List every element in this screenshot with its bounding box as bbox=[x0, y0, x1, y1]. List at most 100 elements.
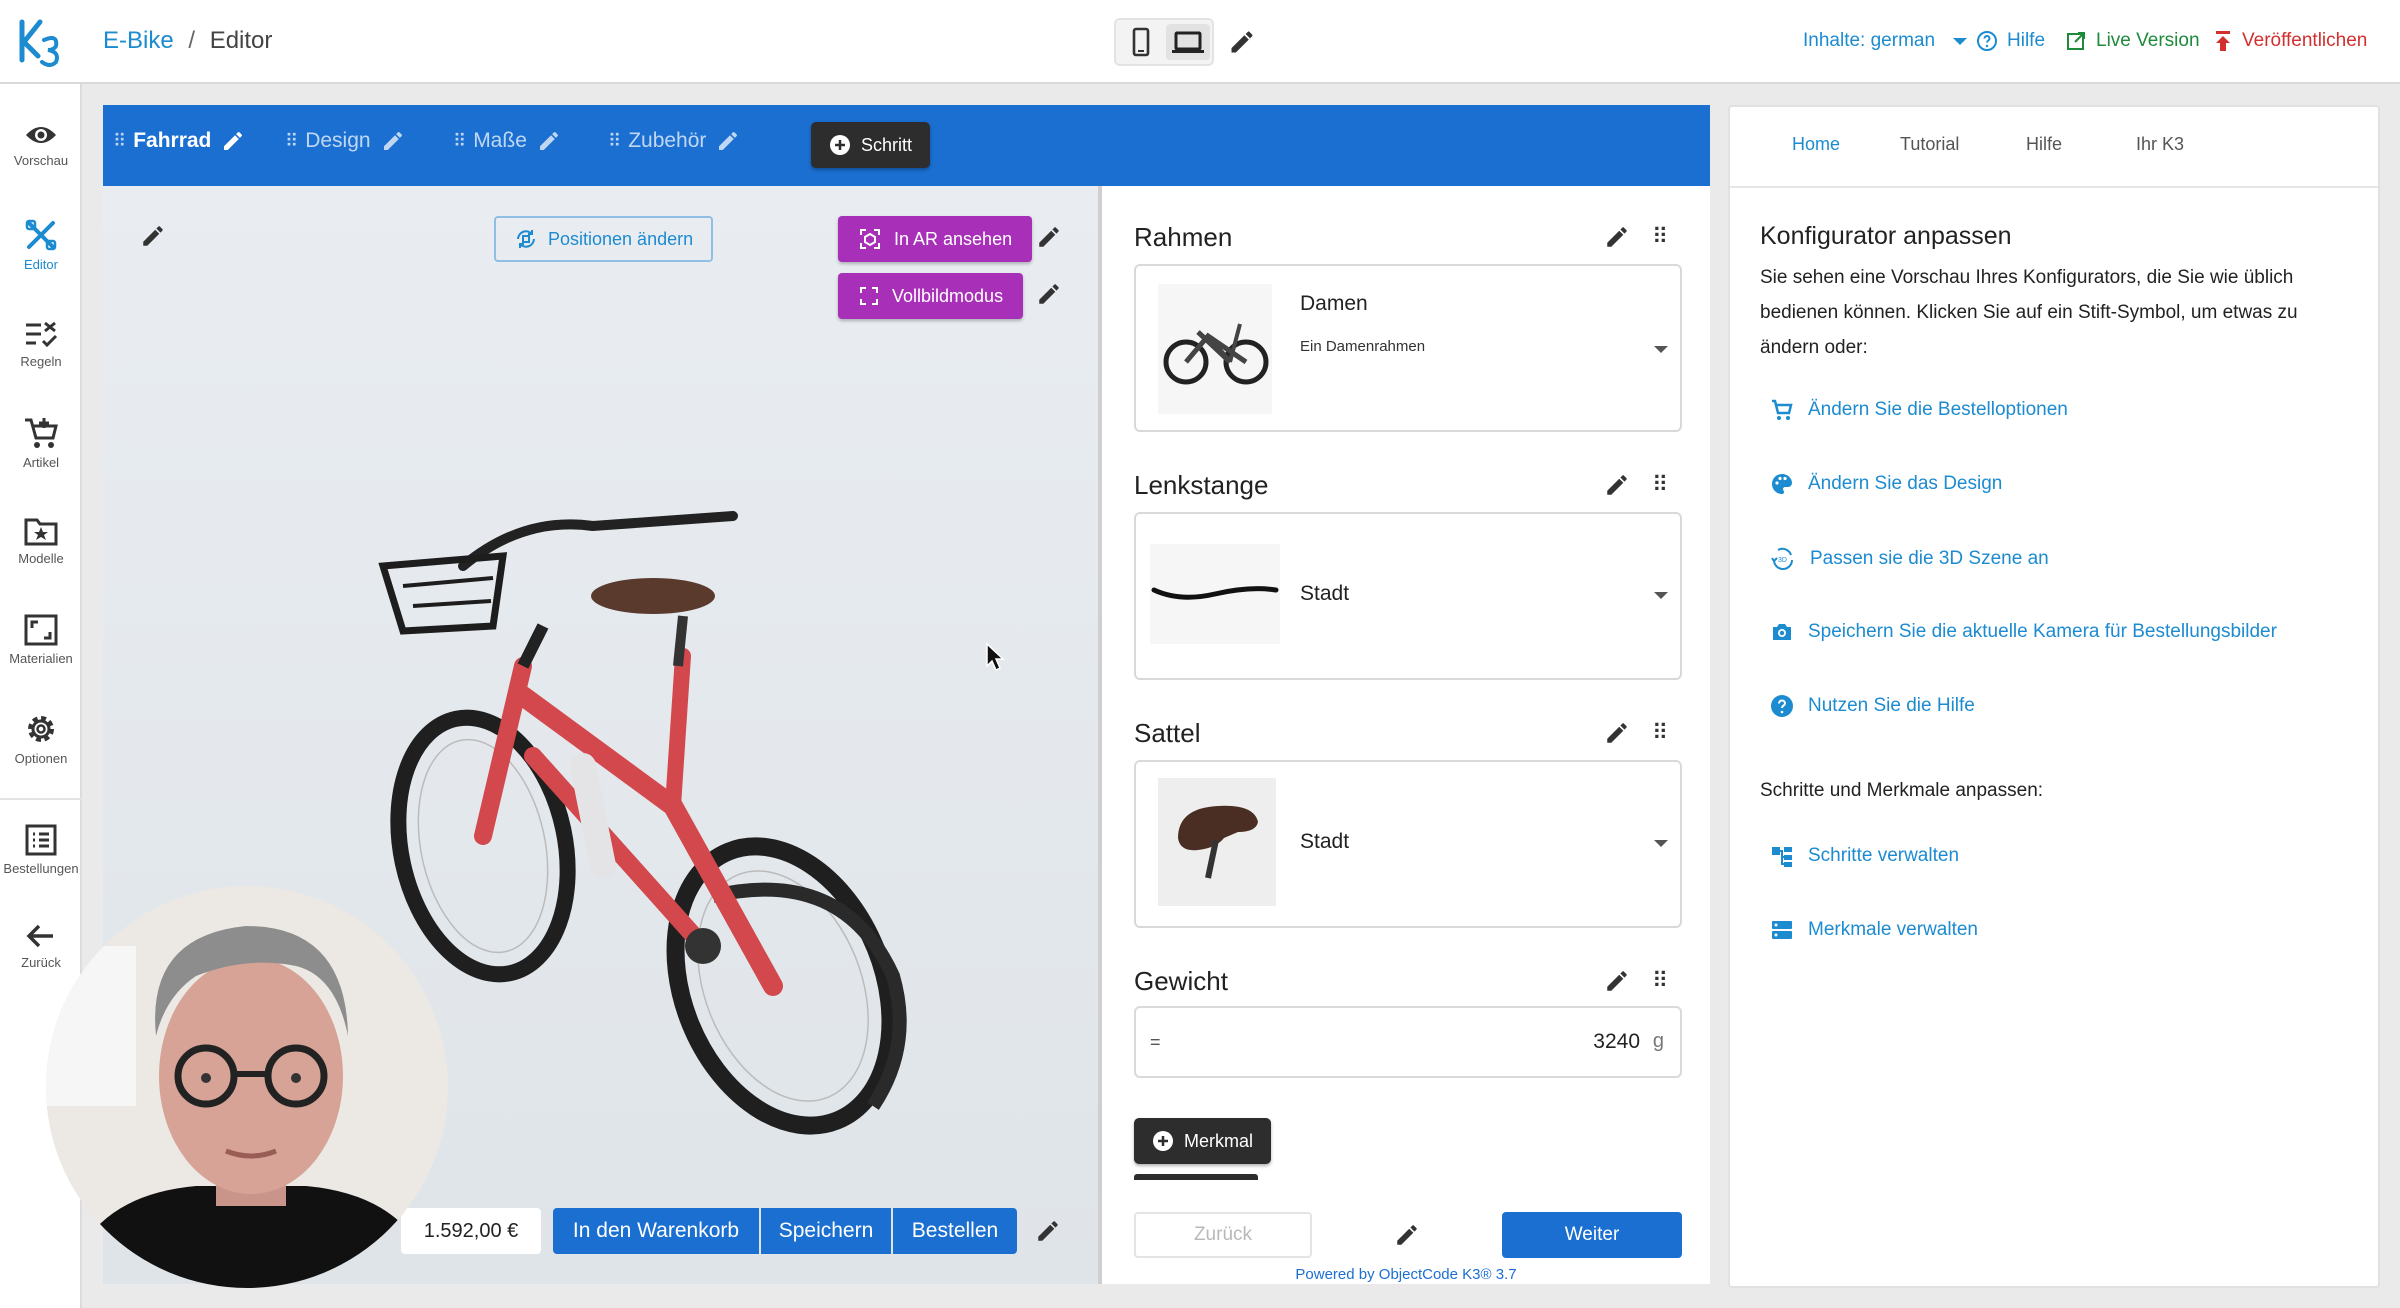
link-manage-features[interactable]: Merkmale verwalten bbox=[1770, 918, 1978, 942]
link-label: Ändern Sie das Design bbox=[1808, 473, 2003, 494]
pencil-icon bbox=[1039, 227, 1059, 247]
sidebar-item-vorschau[interactable]: Vorschau bbox=[0, 122, 82, 168]
language-select[interactable]: Inhalte: german bbox=[1803, 30, 1968, 52]
order-button[interactable]: Bestellen bbox=[893, 1208, 1017, 1254]
pencil-icon[interactable] bbox=[381, 129, 405, 153]
sidebar-label: Zurück bbox=[21, 955, 61, 970]
cart-icon bbox=[1772, 399, 1793, 420]
sidebar-label: Regeln bbox=[20, 354, 62, 369]
step-masse[interactable]: ⠿ Maße bbox=[453, 129, 561, 153]
step-design[interactable]: ⠿ Design bbox=[285, 129, 405, 153]
tab-home[interactable]: Home bbox=[1792, 134, 1840, 155]
publish-button[interactable]: Veröffentlichen bbox=[2212, 29, 2367, 53]
sidebar-label: Bestellungen bbox=[3, 861, 79, 876]
upload-icon bbox=[2216, 31, 2230, 51]
language-label: Inhalte: german bbox=[1803, 30, 1936, 51]
edit-layout-button[interactable] bbox=[1228, 28, 1256, 56]
edit-fullscreen-button[interactable] bbox=[1036, 281, 1062, 307]
edit-gewicht-button[interactable] bbox=[1604, 968, 1630, 994]
edit-ar-button[interactable] bbox=[1036, 224, 1062, 250]
drag-handle-icon[interactable]: ⠿ bbox=[1652, 224, 1668, 250]
pencil-icon[interactable] bbox=[716, 129, 740, 153]
tab-tutorial[interactable]: Tutorial bbox=[1900, 134, 1959, 155]
add-feature-button[interactable]: Merkmal bbox=[1134, 1118, 1272, 1164]
sidebar-item-zurueck[interactable]: Zurück bbox=[0, 922, 82, 970]
edit-sattel-button[interactable] bbox=[1604, 720, 1630, 746]
tab-hilfe[interactable]: Hilfe bbox=[2026, 134, 2062, 155]
link-help[interactable]: Nutzen Sie die Hilfe bbox=[1770, 694, 1975, 718]
sidebar-item-bestellungen[interactable]: Bestellungen bbox=[0, 824, 82, 876]
mobile-view-button[interactable] bbox=[1120, 24, 1162, 60]
lenkstange-select[interactable]: Stadt bbox=[1134, 512, 1682, 680]
drag-handle-icon[interactable]: ⠿ bbox=[1652, 968, 1668, 994]
drag-handle-icon[interactable]: ⠿ bbox=[113, 131, 126, 152]
edit-lenkstange-button[interactable] bbox=[1604, 472, 1630, 498]
steps-bar: ⠿ Fahrrad ⠿ Design ⠿ Maße ⠿ Zubehör Schr… bbox=[103, 105, 1710, 186]
desktop-view-button[interactable] bbox=[1166, 24, 1210, 60]
step-fahrrad[interactable]: ⠿ Fahrrad bbox=[113, 129, 245, 153]
sidebar-label: Optionen bbox=[14, 751, 68, 766]
next-button[interactable]: Weiter bbox=[1502, 1212, 1682, 1258]
sidebar-label: Modelle bbox=[18, 551, 64, 566]
help-circle-icon bbox=[1771, 695, 1793, 717]
step-zubehoer[interactable]: ⠿ Zubehör bbox=[608, 129, 740, 153]
eye-icon bbox=[26, 127, 56, 143]
edit-viewer-button[interactable] bbox=[140, 223, 166, 249]
link-3d-scene[interactable]: 3D Passen sie die 3D Szene an bbox=[1770, 546, 2049, 572]
help-link[interactable]: Hilfe bbox=[1975, 29, 2045, 53]
link-manage-steps[interactable]: Schritte verwalten bbox=[1770, 844, 1959, 868]
edit-order-bar-button[interactable] bbox=[1035, 1218, 1061, 1244]
top-bar: E-Bike / Editor Inhalte: german Hilfe Li… bbox=[0, 0, 2400, 84]
breadcrumb-project[interactable]: E-Bike bbox=[103, 27, 174, 54]
drag-handle-icon[interactable]: ⠿ bbox=[1652, 720, 1668, 746]
rahmen-description: Ein Damenrahmen bbox=[1300, 338, 1426, 355]
3d-rotate-icon: 3D bbox=[1771, 547, 1793, 570]
k3-logo[interactable] bbox=[18, 16, 64, 68]
step-label: Zubehör bbox=[628, 129, 707, 152]
chevron-down-icon bbox=[1654, 346, 1668, 353]
sidebar-item-artikel[interactable]: Artikel bbox=[0, 416, 82, 470]
pencil-icon[interactable] bbox=[221, 129, 245, 153]
add-step-button[interactable]: Schritt bbox=[811, 122, 931, 168]
sidebar-item-modelle[interactable]: Modelle bbox=[0, 516, 82, 566]
drag-handle-icon[interactable]: ⠿ bbox=[453, 131, 466, 152]
live-version-link[interactable]: Live Version bbox=[2064, 29, 2200, 53]
link-save-camera[interactable]: Speichern Sie die aktuelle Kamera für Be… bbox=[1770, 620, 2277, 644]
section-title-lenkstange: Lenkstange bbox=[1134, 470, 1269, 500]
gewicht-field[interactable]: = 3240 g bbox=[1134, 1006, 1682, 1078]
save-button[interactable]: Speichern bbox=[761, 1208, 891, 1254]
sidebar-item-editor[interactable]: Editor bbox=[0, 218, 82, 272]
sidebar-item-regeln[interactable]: Regeln bbox=[0, 319, 82, 369]
edit-rahmen-button[interactable] bbox=[1604, 224, 1630, 250]
add-to-cart-button[interactable]: In den Warenkorb bbox=[553, 1208, 759, 1254]
fullscreen-button[interactable]: Vollbildmodus bbox=[838, 273, 1024, 319]
edit-navigation-button[interactable] bbox=[1394, 1222, 1420, 1248]
powered-by[interactable]: Powered by ObjectCode K3® 3.7 bbox=[1102, 1266, 1710, 1283]
link-order-options[interactable]: Ändern Sie die Bestelloptionen bbox=[1770, 398, 2068, 422]
pencil-icon bbox=[1607, 475, 1627, 495]
drag-handle-icon[interactable]: ⠿ bbox=[608, 131, 621, 152]
sidebar-item-materialien[interactable]: Materialien bbox=[0, 614, 82, 666]
sattel-thumbnail bbox=[1158, 778, 1276, 906]
pencil-icon[interactable] bbox=[537, 129, 561, 153]
rahmen-thumbnail bbox=[1158, 284, 1272, 414]
sidebar-item-optionen[interactable]: Optionen bbox=[0, 712, 82, 766]
help-intro: Sie sehen eine Vorschau Ihres Konfigurat… bbox=[1760, 267, 2298, 358]
ar-view-button[interactable]: In AR ansehen bbox=[838, 216, 1033, 262]
link-design[interactable]: Ändern Sie das Design bbox=[1770, 472, 2002, 496]
drag-handle-icon[interactable]: ⠿ bbox=[1652, 472, 1668, 498]
link-label: Schritte verwalten bbox=[1808, 845, 1960, 866]
drag-handle-icon[interactable]: ⠿ bbox=[285, 131, 298, 152]
sattel-select[interactable]: Stadt bbox=[1134, 760, 1682, 928]
tab-ihr-k3[interactable]: Ihr K3 bbox=[2136, 134, 2184, 155]
rahmen-select[interactable]: Damen Ein Damenrahmen bbox=[1134, 264, 1682, 432]
phone-icon bbox=[1132, 27, 1150, 57]
reposition-button[interactable]: Positionen ändern bbox=[494, 216, 714, 262]
folder-star-icon bbox=[24, 518, 58, 546]
svg-text:3D: 3D bbox=[1778, 557, 1787, 564]
ar-icon bbox=[860, 229, 880, 249]
bike-3d-model[interactable] bbox=[373, 506, 993, 1166]
help-label: Hilfe bbox=[2007, 30, 2046, 51]
help-subtitle: Schritte und Merkmale anpassen: bbox=[1760, 780, 2044, 801]
back-button[interactable]: Zurück bbox=[1134, 1212, 1312, 1258]
